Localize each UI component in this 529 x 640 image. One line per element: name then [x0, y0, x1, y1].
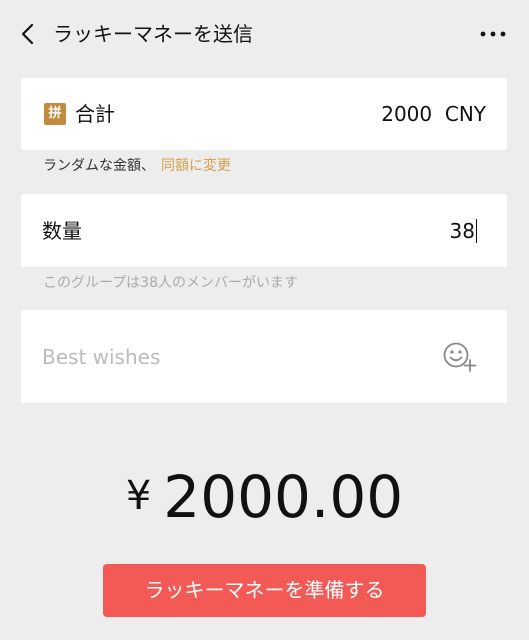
quantity-label: 数量: [42, 219, 82, 243]
total-amount-display: ¥2000.00: [0, 458, 529, 535]
header-bar: ラッキーマネーを送信: [0, 0, 529, 68]
message-input[interactable]: Best wishes: [42, 343, 160, 371]
message-card[interactable]: Best wishes: [21, 310, 507, 403]
group-members-hint: このグループは38人のメンバーがいます: [43, 275, 298, 291]
currency-symbol: ¥: [125, 473, 152, 519]
quantity-card[interactable]: 数量 38: [21, 194, 507, 267]
text-cursor: [476, 219, 477, 243]
page-title: ラッキーマネーを送信: [53, 22, 253, 46]
pin-badge-icon: 拼: [44, 103, 66, 125]
chevron-left-icon: [21, 23, 34, 45]
total-amount-card[interactable]: 拼 合計 2000 CNY: [21, 78, 507, 150]
random-amount-text: ランダムな金額、: [43, 158, 155, 174]
random-amount-hint: ランダムな金額、 同額に変更: [43, 156, 231, 176]
amount-value: 2000.00: [163, 463, 404, 531]
prepare-lucky-money-button[interactable]: ラッキーマネーを準備する: [103, 564, 426, 617]
emoji-add-icon: [443, 342, 477, 372]
back-button[interactable]: [12, 18, 44, 50]
more-options-button[interactable]: [477, 18, 509, 50]
emoji-button[interactable]: [441, 340, 477, 374]
quantity-input[interactable]: 38: [450, 217, 475, 245]
total-amount-input[interactable]: 2000 CNY: [381, 100, 486, 128]
total-label: 合計: [75, 102, 115, 126]
more-horizontal-icon: [480, 31, 506, 37]
change-to-same-amount-link[interactable]: 同額に変更: [161, 158, 231, 174]
